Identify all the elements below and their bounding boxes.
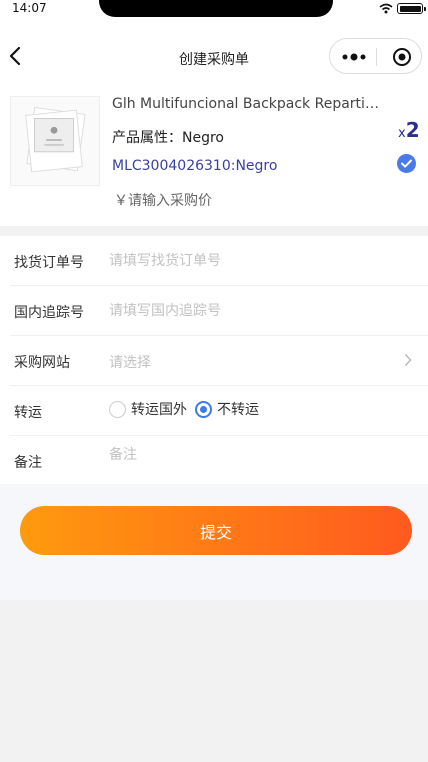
product-attribute: 产品属性：Negro — [112, 130, 224, 146]
radio-no-transship[interactable]: 不转运 — [195, 399, 259, 419]
order-number-input[interactable] — [109, 244, 409, 278]
radio-transship-abroad[interactable]: 转运国外 — [109, 399, 187, 419]
radio-circle-icon — [109, 400, 126, 418]
miniprogram-capsule — [329, 38, 422, 74]
transship-label: 转运 — [14, 405, 42, 421]
purchase-price-input[interactable]: ￥请输入采购价 — [114, 190, 212, 210]
tracking-number-row: 国内追踪号 — [10, 286, 428, 336]
tracking-number-label: 国内追踪号 — [14, 305, 84, 321]
order-number-label: 找货订单号 — [14, 255, 84, 271]
status-time: 14:07 — [12, 1, 47, 15]
quantity-prefix: x — [398, 126, 406, 141]
quantity-value: 2 — [405, 118, 420, 142]
status-bar: 14:07 — [0, 0, 428, 18]
radio-label-none: 不转运 — [217, 402, 259, 418]
product-thumbnail — [10, 96, 100, 186]
check-icon[interactable] — [397, 154, 416, 173]
order-number-row: 找货订单号 — [10, 236, 428, 286]
transship-radio-group: 转运国外 不转运 — [109, 399, 267, 419]
product-title: Glh Multifuncional Backpack Repartido Pa… — [112, 96, 382, 112]
chevron-right-icon — [404, 353, 412, 367]
product-sku: MLC3004026310:Negro — [112, 158, 278, 174]
radio-label-abroad: 转运国外 — [131, 402, 187, 418]
nav-bar: 创建采购单 — [0, 18, 428, 84]
remark-label: 备注 — [14, 455, 42, 471]
battery-icon — [397, 3, 426, 14]
submit-button[interactable]: 提交 — [20, 506, 412, 555]
close-target-icon[interactable] — [392, 47, 412, 67]
radio-checked-icon — [195, 400, 212, 418]
product-card: Glh Multifuncional Backpack Repartido Pa… — [0, 84, 428, 226]
purchase-site-row[interactable]: 采购网站 请选择 — [10, 336, 428, 386]
remark-row: 备注 — [10, 436, 428, 486]
wifi-icon — [379, 3, 393, 14]
remark-textarea[interactable] — [109, 444, 419, 480]
purchase-site-select[interactable]: 请选择 — [109, 352, 151, 372]
more-dots-icon[interactable] — [342, 51, 366, 63]
submit-area: 提交 — [0, 484, 428, 600]
camera-notch — [99, 0, 333, 17]
transship-row: 转运 转运国外 不转运 — [10, 386, 428, 436]
image-placeholder-icon — [25, 106, 86, 173]
tracking-number-input[interactable] — [109, 294, 409, 328]
capsule-divider — [376, 48, 377, 66]
purchase-form: 找货订单号 国内追踪号 采购网站 请选择 转运 转运国外 不转运 备注 — [0, 236, 428, 484]
purchase-site-label: 采购网站 — [14, 355, 70, 371]
product-quantity: x2 — [398, 118, 420, 142]
